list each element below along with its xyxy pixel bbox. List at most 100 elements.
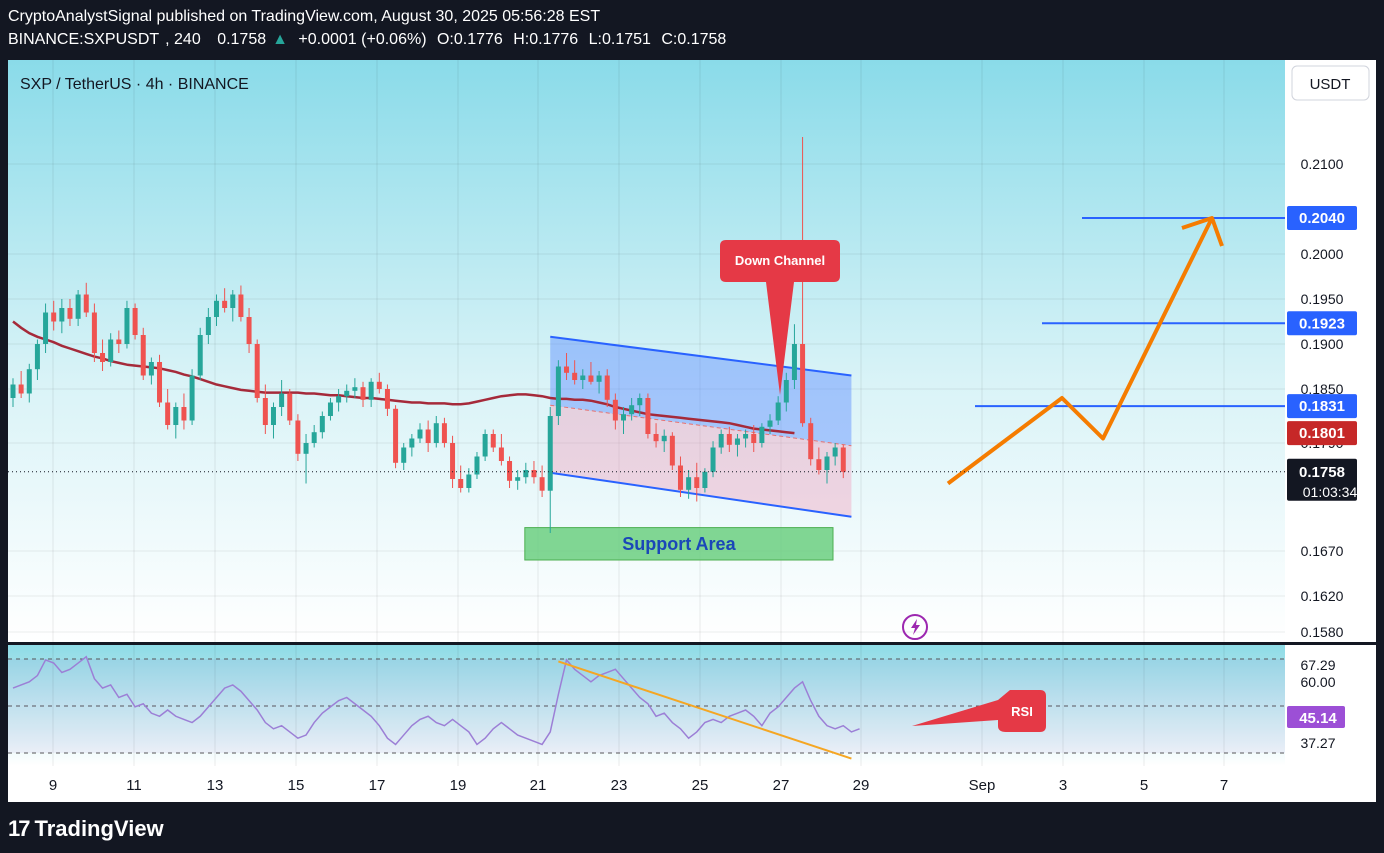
- candle-body: [791, 344, 797, 380]
- candle-body: [677, 465, 683, 490]
- price-tick-label: 0.2100: [1301, 156, 1344, 172]
- candle-body: [466, 474, 472, 488]
- candle-body: [132, 308, 138, 335]
- candle-body: [694, 477, 700, 488]
- time-tick-label: 3: [1059, 777, 1067, 794]
- support-area-label: Support Area: [622, 534, 736, 554]
- rsi-tick-label: 67.29: [1300, 657, 1335, 673]
- rsi-band: [8, 659, 1285, 753]
- candle-body: [718, 434, 724, 448]
- time-tick-label: 29: [853, 777, 870, 794]
- candle-body: [401, 447, 407, 463]
- candle-body: [816, 459, 822, 470]
- candle-body: [458, 479, 464, 488]
- price-tick-label: 0.1900: [1301, 336, 1344, 352]
- candle-body: [181, 407, 187, 421]
- candle-body: [824, 456, 830, 470]
- candle-body: [148, 362, 154, 376]
- candle-body: [531, 470, 537, 478]
- time-tick-label: 25: [692, 777, 709, 794]
- price-chart[interactable]: Support Area Down Channel 0.2100 0.2000 0.…: [0, 0, 1384, 853]
- candle-body: [279, 393, 285, 407]
- price-tag-label: 0.2040: [1299, 210, 1345, 227]
- candle-body: [67, 308, 73, 319]
- time-axis[interactable]: [8, 766, 1285, 802]
- candle-body: [100, 353, 106, 362]
- candle-body: [189, 375, 195, 421]
- candle-body: [393, 408, 399, 463]
- candle-body: [840, 447, 846, 472]
- candle-body: [686, 477, 692, 490]
- candle-body: [336, 396, 342, 403]
- candle-body: [596, 375, 602, 382]
- price-tag-label: 0.1801: [1299, 425, 1345, 442]
- candle-body: [165, 402, 171, 425]
- price-tick-label: 0.2000: [1301, 246, 1344, 262]
- candle-body: [450, 443, 456, 479]
- rsi-callout-label: RSI: [1011, 704, 1033, 719]
- candle-body: [34, 344, 40, 370]
- rsi-tick-label: 37.27: [1300, 735, 1335, 751]
- candle-body: [523, 470, 529, 478]
- candle-body: [173, 407, 179, 425]
- candle-body: [238, 294, 244, 317]
- candle-body: [832, 447, 838, 457]
- price-tick-label: 0.1670: [1301, 543, 1344, 559]
- candle-body: [303, 443, 309, 454]
- candle-body: [214, 300, 219, 317]
- pane-title: SXP / TetherUS · 4h · BINANCE: [20, 76, 249, 93]
- currency-button[interactable]: USDT: [1291, 65, 1370, 101]
- down-channel-label: Down Channel: [735, 253, 825, 268]
- candle-body: [230, 294, 236, 308]
- price-tag-label: 0.1923: [1299, 315, 1345, 332]
- candle-body: [311, 432, 317, 443]
- candle-body: [751, 434, 757, 443]
- candle-body: [629, 405, 635, 415]
- candle-body: [433, 423, 439, 443]
- price-tick-label: 0.1950: [1301, 291, 1344, 307]
- candle-body: [669, 435, 675, 466]
- candle-body: [295, 420, 301, 454]
- candle-body: [319, 416, 325, 433]
- candle-body: [222, 300, 228, 308]
- tradingview-footer[interactable]: 17 TradingView: [8, 816, 164, 842]
- rsi-value-label: 45.14: [1299, 710, 1337, 727]
- time-tick-label: 27: [773, 777, 790, 794]
- candle-body: [344, 390, 350, 397]
- candle-body: [490, 434, 496, 448]
- candle-body: [482, 434, 488, 457]
- candle-body: [376, 381, 382, 389]
- currency-button-label[interactable]: USDT: [1310, 76, 1351, 93]
- pane-title-text: SXP / TetherUS · 4h · BINANCE: [20, 76, 249, 93]
- candle-body: [287, 393, 293, 421]
- candle-body: [360, 387, 366, 400]
- candle-body: [246, 317, 252, 344]
- candle-body: [254, 344, 260, 398]
- candle-body: [59, 308, 65, 322]
- candle-body: [726, 434, 732, 445]
- candle-body: [621, 414, 626, 421]
- candle-body: [270, 407, 276, 425]
- candle-body: [710, 447, 716, 472]
- candle-body: [116, 339, 122, 344]
- candle-body: [51, 312, 57, 322]
- time-tick-label: 23: [611, 777, 628, 794]
- price-tick-label: 0.1620: [1301, 588, 1344, 604]
- candle-body: [734, 438, 740, 445]
- candle-body: [197, 335, 203, 376]
- candle-body: [43, 312, 49, 344]
- chart-frame: CryptoAnalystSignal published on Trading…: [0, 0, 1384, 853]
- candle-body: [637, 398, 643, 406]
- candle-body: [327, 402, 333, 416]
- price-tick-label: 0.1580: [1301, 624, 1344, 640]
- candle-body: [352, 387, 358, 391]
- candle-body: [759, 426, 765, 443]
- candle-body: [124, 308, 130, 344]
- candle-body: [262, 398, 268, 425]
- candle-body: [18, 384, 24, 394]
- candle-body: [75, 294, 81, 319]
- candle-body: [555, 366, 561, 416]
- rsi-tick-label: 60.00: [1300, 674, 1335, 690]
- tradingview-brand: TradingView: [34, 816, 164, 841]
- candle-body: [140, 335, 146, 376]
